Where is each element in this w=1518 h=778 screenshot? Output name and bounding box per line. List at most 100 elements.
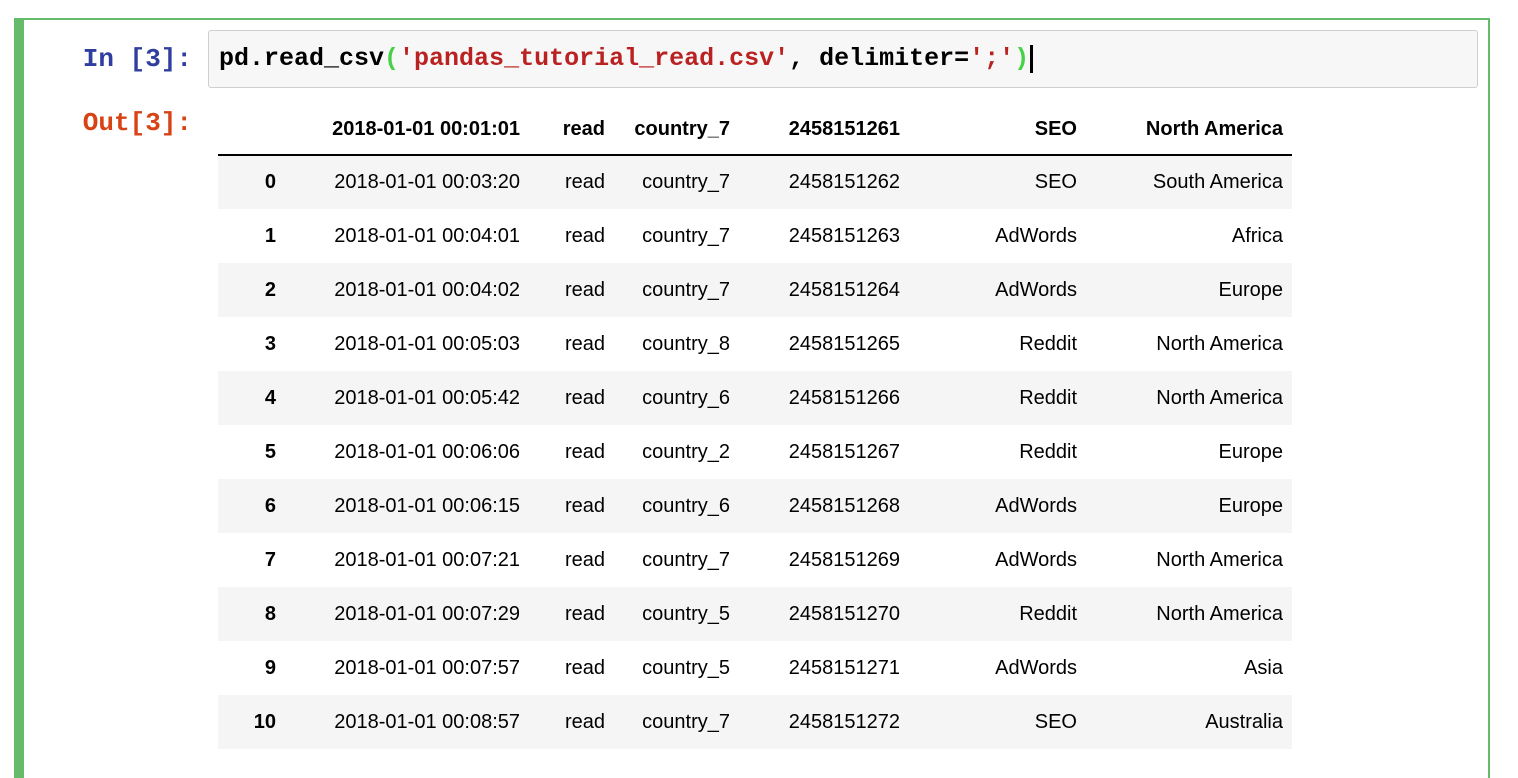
- table-cell: 2458151263: [788, 224, 900, 247]
- table-cell: read: [564, 386, 605, 409]
- table-row: 7 2018-01-01 00:07:21 read country_7 2458151…: [218, 533, 1292, 587]
- row-index-cell: 5: [264, 440, 276, 463]
- table-cell: read: [564, 548, 605, 571]
- table-row: 8 2018-01-01 00:07:29 read country_5 2458151…: [218, 587, 1292, 641]
- table-cell: country_7: [642, 171, 730, 193]
- table-cell: country_2: [642, 440, 730, 463]
- header-cell: 2458151261: [739, 105, 909, 156]
- table-cell: 2018-01-01 00:07:29: [334, 602, 520, 625]
- input-prompt: In [3]:: [82, 44, 192, 74]
- row-index-cell: 4: [264, 386, 276, 409]
- table-cell: Europe: [1218, 440, 1284, 463]
- table-cell: 2458151267: [788, 440, 900, 463]
- table-cell: 2458151271: [788, 656, 900, 679]
- code-token-string: ';': [969, 44, 1015, 73]
- table-cell: read: [564, 656, 605, 679]
- table-cell: country_6: [642, 494, 730, 517]
- table-cell: AdWords: [995, 656, 1077, 679]
- table-cell: 2018-01-01 00:08:57: [334, 710, 520, 733]
- table-cell: read: [564, 710, 605, 733]
- cell-input-row: In [3]: pd.read_csv('pandas_tutorial_rea…: [24, 30, 1488, 88]
- row-index-cell: 8: [264, 602, 276, 625]
- table-cell: 2018-01-01 00:03:20: [334, 171, 520, 193]
- row-index-cell: 9: [264, 656, 276, 679]
- table-cell: 2458151266: [788, 386, 900, 409]
- table-cell: country_8: [642, 332, 730, 355]
- table-cell: country_5: [642, 656, 730, 679]
- row-index-cell: 6: [264, 494, 276, 517]
- table-cell: 2018-01-01 00:06:15: [334, 494, 520, 517]
- table-row: 10 2018-01-01 00:08:57 read country_7 245815…: [218, 695, 1292, 749]
- table-cell: 2458151264: [788, 278, 900, 301]
- table-cell: read: [564, 332, 605, 355]
- header-cell: 2018-01-01 00:01:01: [285, 105, 529, 156]
- table-cell: read: [564, 602, 605, 625]
- code-token-bracket: (: [384, 44, 400, 73]
- table-cell: Europe: [1218, 494, 1284, 517]
- table-cell: country_7: [642, 710, 730, 733]
- table-row: 5 2018-01-01 00:06:06 read country_2 2458151…: [218, 425, 1292, 479]
- table-cell: AdWords: [995, 224, 1077, 247]
- table-cell: Africa: [1231, 224, 1283, 247]
- table-cell: North America: [1156, 386, 1283, 409]
- text-cursor: [1030, 45, 1034, 73]
- table-cell: read: [564, 440, 605, 463]
- table-row: 0 2018-01-01 00:03:20 read country_7 2458151…: [218, 155, 1292, 209]
- table-cell: Europe: [1218, 278, 1284, 301]
- table-cell: Reddit: [1019, 602, 1077, 625]
- table-cell: 2018-01-01 00:05:03: [334, 332, 520, 355]
- table-cell: South America: [1152, 171, 1283, 193]
- table-cell: North America: [1156, 602, 1283, 625]
- output-prompt: Out[3]:: [82, 108, 192, 138]
- table-cell: Australia: [1205, 710, 1283, 733]
- table-row: 9 2018-01-01 00:07:57 read country_5 2458151…: [218, 641, 1292, 695]
- table-cell: North America: [1156, 332, 1283, 355]
- header-cell: country_7: [614, 105, 739, 156]
- table-cell: AdWords: [995, 494, 1077, 517]
- table-cell: 2458151262: [788, 171, 900, 193]
- header-cell: read: [529, 105, 614, 156]
- table-cell: SEO: [1034, 710, 1077, 733]
- row-index-cell: 1: [264, 224, 276, 247]
- header-index-cell: [218, 105, 285, 156]
- table-row: 3 2018-01-01 00:05:03 read country_8 2458151…: [218, 317, 1292, 371]
- row-index-cell: 3: [264, 332, 276, 355]
- table-cell: read: [564, 494, 605, 517]
- row-index-cell: 7: [264, 548, 276, 571]
- cell-output-row: Out[3]: 2018-01-01 00:01:01 read country_7…: [24, 105, 1488, 749]
- dataframe-table: 2018-01-01 00:01:01 read country_7 24581512…: [218, 105, 1292, 749]
- code-token-code: , delimiter=: [789, 44, 970, 73]
- row-index-cell: 2: [264, 278, 276, 301]
- table-row: 4 2018-01-01 00:05:42 read country_6 2458151…: [218, 371, 1292, 425]
- table-cell: 2018-01-01 00:07:57: [334, 656, 520, 679]
- table-cell: 2018-01-01 00:07:21: [334, 548, 520, 571]
- table-cell: 2018-01-01 00:05:42: [334, 386, 520, 409]
- table-cell: Asia: [1244, 656, 1283, 679]
- table-cell: AdWords: [995, 278, 1077, 301]
- table-row: 1 2018-01-01 00:04:01 read country_7 2458151…: [218, 209, 1292, 263]
- table-cell: 2018-01-01 00:04:01: [334, 224, 520, 247]
- table-cell: 2458151268: [788, 494, 900, 517]
- row-index-cell: 10: [253, 710, 276, 733]
- table-cell: AdWords: [995, 548, 1077, 571]
- code-token-string: 'pandas_tutorial_read.csv': [399, 44, 790, 73]
- table-header-row: 2018-01-01 00:01:01 read country_7 24581512…: [218, 105, 1292, 156]
- table-cell: SEO: [1034, 171, 1077, 193]
- code-token-code: pd.read_csv: [219, 44, 385, 73]
- output-area: 2018-01-01 00:01:01 read country_7 24581512…: [208, 105, 1488, 749]
- table-cell: 2018-01-01 00:06:06: [334, 440, 520, 463]
- table-cell: country_5: [642, 602, 730, 625]
- header-cell: SEO: [909, 105, 1086, 156]
- table-row: 6 2018-01-01 00:06:15 read country_6 2458151…: [218, 479, 1292, 533]
- table-cell: 2458151272: [788, 710, 900, 733]
- table-cell: read: [564, 278, 605, 301]
- table-cell: Reddit: [1019, 386, 1077, 409]
- table-cell: 2018-01-01 00:04:02: [334, 278, 520, 301]
- code-line[interactable]: pd.read_csv('pandas_tutorial_read.csv', …: [219, 44, 1467, 74]
- code-editor[interactable]: pd.read_csv('pandas_tutorial_read.csv', …: [208, 30, 1478, 88]
- table-row: 2 2018-01-01 00:04:02 read country_7 2458151…: [218, 263, 1292, 317]
- table-cell: Reddit: [1019, 332, 1077, 355]
- table-cell: Reddit: [1019, 440, 1077, 463]
- notebook-cell[interactable]: In [3]: pd.read_csv('pandas_tutorial_rea…: [14, 18, 1490, 778]
- table-cell: 2458151265: [788, 332, 900, 355]
